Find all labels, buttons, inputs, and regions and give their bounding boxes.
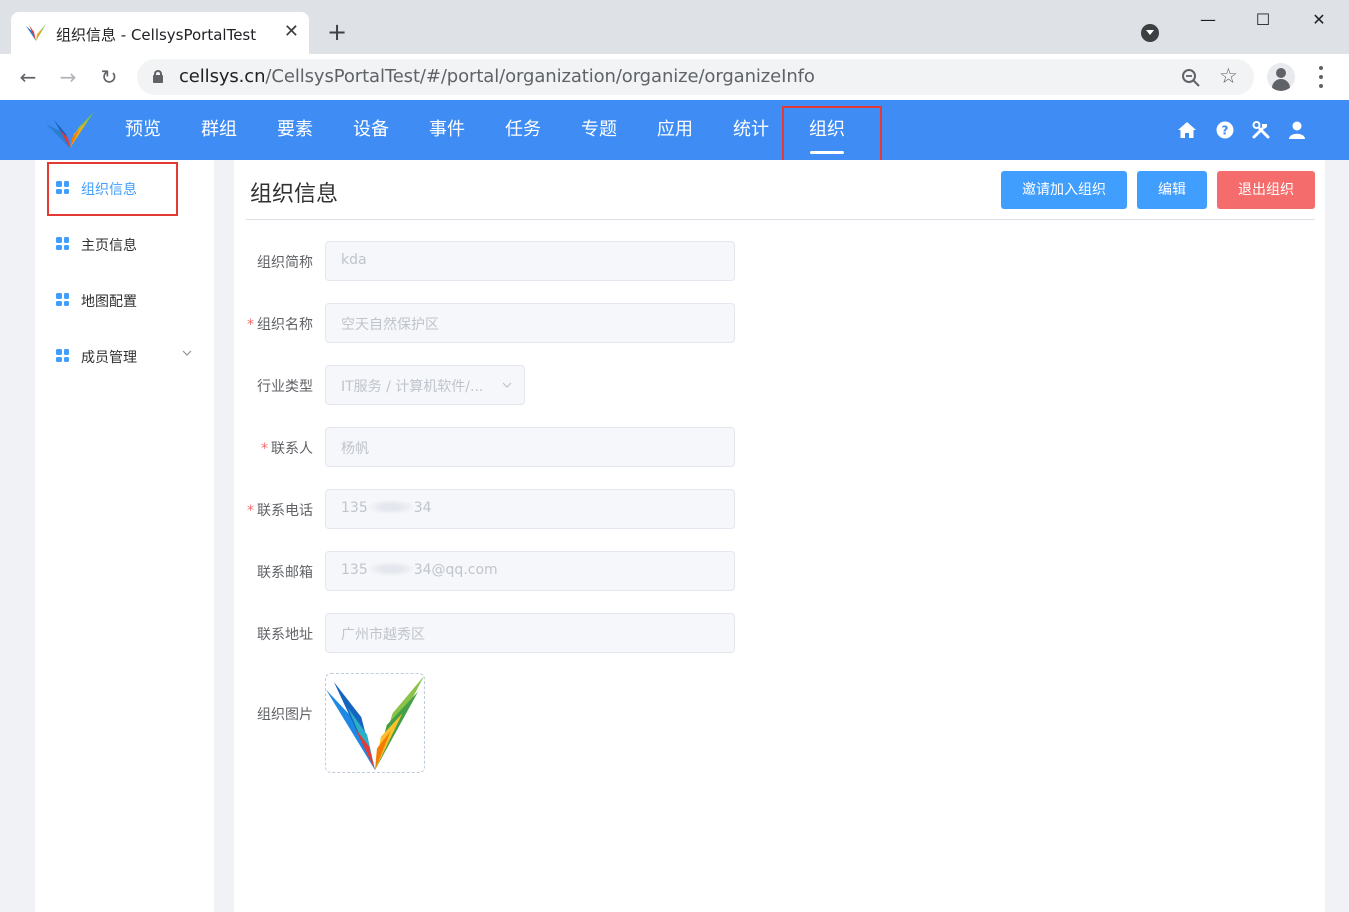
new-tab-icon[interactable]: + [327,18,347,46]
industry-label: 行业类型 [257,379,313,395]
sidebar-item-map-config[interactable]: 地图配置 [35,280,214,320]
app-favicon-icon [26,24,46,41]
contact-input[interactable]: 杨帆 [325,427,735,467]
sidebar-item-member-management[interactable]: 成员管理 [35,336,214,376]
url-text[interactable]: cellsys.cn/CellsysPortalTest/#/portal/or… [179,66,815,87]
short-name-label: 组织简称 [257,255,313,271]
address-value: 广州市越秀区 [341,627,425,643]
nav-tasks[interactable]: 任务 [505,100,541,160]
grid-icon [56,237,69,250]
tab-close-icon[interactable]: ✕ [284,21,299,43]
contact-value: 杨帆 [341,441,369,457]
redacted-blur [367,500,414,514]
lock-icon[interactable] [153,70,163,83]
invite-button[interactable]: 邀请加入组织 [1001,171,1127,209]
full-name-label: * 组织名称 [247,317,313,333]
nav-apps[interactable]: 应用 [657,100,693,160]
url-path: /CellsysPortalTest/#/portal/organization… [265,66,815,87]
email-input[interactable]: 135 34@qq.com [325,551,735,591]
address-input[interactable]: 广州市越秀区 [325,613,735,653]
zoom-icon[interactable] [1181,68,1201,88]
browser-menu-icon[interactable] [1313,63,1329,91]
short-name-input[interactable]: kda [325,241,735,281]
email-value: 135 34@qq.com [341,562,498,578]
tab-search-icon[interactable] [1141,24,1159,42]
organization-logo-image [326,675,424,771]
redacted-blur [367,562,414,576]
help-icon[interactable]: ? [1215,120,1235,140]
svg-text:?: ? [1222,124,1229,138]
nav-groups[interactable]: 群组 [201,100,237,160]
title-divider [246,219,1315,220]
chevron-down-icon [182,350,192,356]
bookmark-star-icon[interactable]: ☆ [1219,65,1238,87]
chevron-down-icon [502,382,512,388]
grid-icon [56,349,69,362]
tools-icon[interactable] [1251,120,1271,140]
close-window-icon[interactable]: ✕ [1296,6,1342,34]
sidebar-item-label: 成员管理 [81,350,137,366]
browser-tabstrip: 组织信息 - CellsysPortalTest ✕ + — ☐ ✕ [0,0,1349,54]
nav-organization[interactable]: 组织 [809,100,845,160]
nav-statistics[interactable]: 统计 [733,100,769,160]
sidebar-item-homepage-info[interactable]: 主页信息 [35,224,214,264]
leave-organization-button[interactable]: 退出组织 [1217,171,1315,209]
sidebar-item-label: 主页信息 [81,238,137,254]
phone-input[interactable]: 135 34 [325,489,735,529]
edit-button[interactable]: 编辑 [1137,171,1207,209]
main-panel: 组织信息 邀请加入组织 编辑 退出组织 组织简称 kda * 组织名称 空天自然保… [234,160,1325,912]
sidebar: 组织信息 主页信息 地图配置 成员管理 [35,160,214,912]
minimize-icon[interactable]: — [1185,6,1231,34]
phone-value: 135 34 [341,500,432,516]
phone-label: * 联系电话 [247,503,313,519]
sidebar-item-org-info[interactable]: 组织信息 [35,168,214,208]
email-label: 联系邮箱 [257,565,313,581]
short-name-value: kda [341,252,367,268]
nav-events[interactable]: 事件 [429,100,465,160]
maximize-icon[interactable]: ☐ [1240,6,1286,34]
browser-tab[interactable]: 组织信息 - CellsysPortalTest ✕ [11,12,309,54]
browser-toolbar: ← → ↻ cellsys.cn/CellsysPortalTest/#/por… [0,54,1349,100]
nav-topics[interactable]: 专题 [581,100,617,160]
nav-preview[interactable]: 预览 [125,100,161,160]
page-title: 组织信息 [250,182,339,207]
home-icon[interactable] [1177,120,1197,140]
nav-features[interactable]: 要素 [277,100,313,160]
image-label: 组织图片 [257,707,313,723]
app-header: 预览 群组 要素 设备 事件 任务 专题 应用 统计 组织 ? [0,100,1349,160]
grid-icon [56,293,69,306]
back-icon[interactable]: ← [15,64,41,90]
profile-avatar[interactable] [1267,63,1295,91]
app-logo[interactable] [44,110,96,150]
url-host: cellsys.cn [179,66,266,87]
industry-select[interactable]: IT服务 / 计算机软件/... [325,365,525,405]
sidebar-item-label: 组织信息 [81,182,137,198]
full-name-value: 空天自然保护区 [341,317,439,333]
industry-value: IT服务 / 计算机软件/... [341,379,484,395]
full-name-input[interactable]: 空天自然保护区 [325,303,735,343]
reload-icon[interactable]: ↻ [96,64,122,90]
organization-image[interactable] [325,673,425,773]
nav-devices[interactable]: 设备 [353,100,389,160]
address-bar[interactable]: cellsys.cn/CellsysPortalTest/#/portal/or… [137,59,1254,95]
user-icon[interactable] [1287,120,1307,140]
forward-icon[interactable]: → [55,64,81,90]
tab-title: 组织信息 - CellsysPortalTest [56,26,257,44]
grid-icon [56,181,69,194]
contact-label: * 联系人 [261,441,313,457]
sidebar-item-label: 地图配置 [81,294,137,310]
address-label: 联系地址 [257,627,313,643]
